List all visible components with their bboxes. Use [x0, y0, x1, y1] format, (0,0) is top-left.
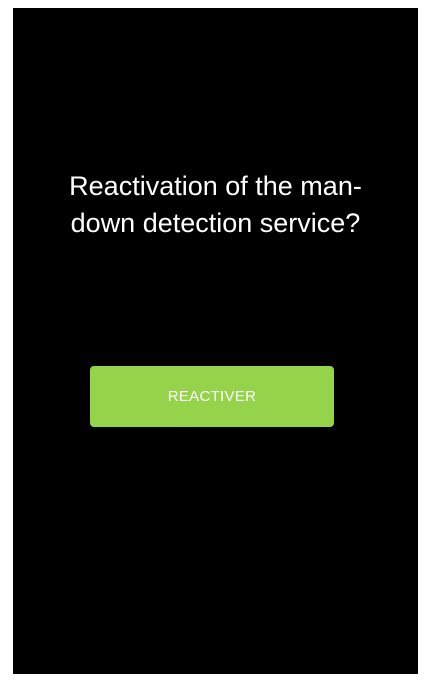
question-line-2: down detection service?: [70, 208, 361, 238]
reactivation-question: Reactivation of the man- down detection …: [13, 168, 418, 242]
question-line-1: Reactivation of the man-: [69, 171, 362, 201]
app-screen: Reactivation of the man- down detection …: [13, 8, 418, 674]
reactivate-button[interactable]: REACTIVER: [90, 366, 334, 427]
